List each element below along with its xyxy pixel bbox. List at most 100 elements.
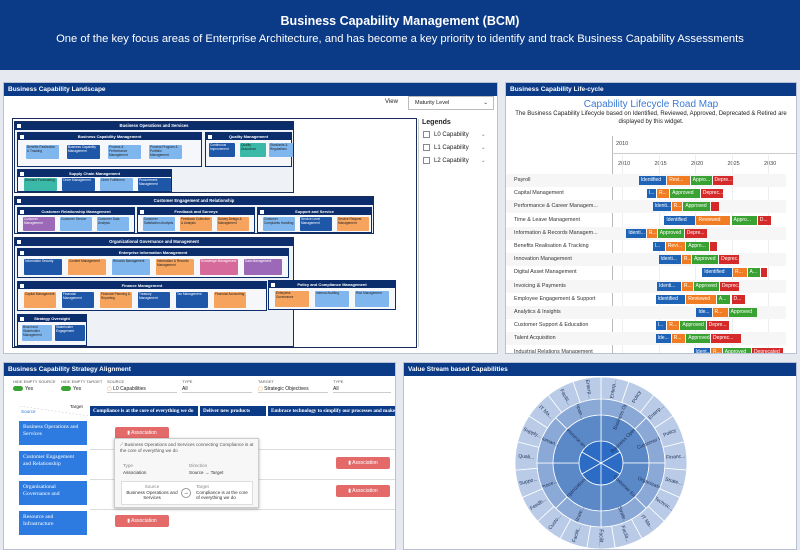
l2-capability[interactable]: Information & Records Management <box>156 259 194 275</box>
filter-hide-empty-source[interactable]: HIDE EMPTY SOURCE Yes <box>13 379 56 392</box>
l0-block[interactable]: Organizational Governance and Management… <box>14 237 294 347</box>
l2-capability[interactable]: Risk Management <box>355 291 389 307</box>
l2-capability[interactable]: Benefits Realization & Tracking <box>26 145 59 159</box>
l2-capability[interactable]: Order Management <box>62 178 95 191</box>
roadmap-bar[interactable]: R... <box>671 334 686 344</box>
checkbox[interactable] <box>423 157 430 164</box>
roadmap-bar[interactable]: D... <box>731 294 746 304</box>
roadmap-bar[interactable]: Appro... <box>686 242 709 251</box>
l1-group[interactable]: Support and Service Customer Complaints … <box>257 207 372 233</box>
roadmap-bar[interactable]: A... <box>716 294 731 304</box>
roadmap-bar[interactable]: Approved <box>680 321 706 331</box>
filter-source[interactable]: SOURCE ▢ L0 Capabilities <box>107 379 177 393</box>
roadmap-bar[interactable]: Identi... <box>626 228 646 238</box>
filter-hide-empty-target[interactable]: HIDE EMPTY TARGET Yes <box>61 379 102 392</box>
roadmap-bar[interactable]: Ident... <box>693 347 711 353</box>
l2-capability[interactable]: Board and Stakeholder Management <box>22 325 52 341</box>
l2-capability[interactable]: Customer Complaints Handling <box>263 217 295 231</box>
roadmap-bar[interactable]: R... <box>681 281 693 291</box>
roadmap-bar[interactable]: Approved <box>670 189 700 199</box>
l1-group[interactable]: Policy and Compliance Management Enterpr… <box>268 280 396 310</box>
roadmap-bar[interactable]: A... <box>747 268 760 278</box>
roadmap-bar[interactable]: Identi... <box>658 255 681 265</box>
l1-group[interactable]: Supply Chain Management Demand Forecasti… <box>17 169 172 192</box>
l2-capability[interactable]: Records Management <box>112 259 150 275</box>
roadmap-bar[interactable]: Depre... <box>684 228 708 238</box>
roadmap-bar[interactable] <box>709 242 718 251</box>
l0-block[interactable]: Business Operations and Services Busines… <box>14 121 294 193</box>
roadmap-bar[interactable]: Ide... <box>655 334 671 344</box>
l2-capability[interactable]: Data Management <box>244 259 282 275</box>
roadmap-bar[interactable]: R... <box>671 202 683 212</box>
roadmap-bar[interactable]: Deprec... <box>700 189 724 199</box>
roadmap-bar[interactable]: Approved <box>722 347 751 353</box>
l1-group[interactable]: Strategy Oversight Board and Stakeholder… <box>17 314 87 346</box>
roadmap-bar[interactable]: Ide... <box>696 308 712 317</box>
roadmap-bar[interactable]: Revi... <box>667 176 690 185</box>
roadmap-bar[interactable]: Identi... <box>657 281 681 291</box>
l2-capability[interactable]: Capital Management <box>24 292 56 308</box>
l2-capability[interactable]: Internal Auditing <box>315 291 349 307</box>
l2-capability[interactable]: Service Level Management <box>300 217 332 231</box>
source-row-header[interactable]: Customer Engagement and Relationship <box>19 451 87 475</box>
l2-capability[interactable]: Process Program & Portfolio Management <box>149 145 182 159</box>
l2-capability[interactable]: Enterprise Governance <box>275 291 309 307</box>
roadmap-bar[interactable]: Reviewed <box>686 294 716 304</box>
roadmap-bar[interactable]: Identified <box>638 176 667 185</box>
roadmap-bar[interactable]: R... <box>657 189 670 199</box>
roadmap-bar[interactable]: Depre... <box>712 176 734 185</box>
roadmap-bar[interactable]: I... <box>652 242 665 251</box>
l2-capability[interactable]: Order Fulfillment <box>100 178 133 191</box>
roadmap-bar[interactable]: Deprecated <box>751 347 784 353</box>
view-select[interactable]: Maturity Level ⌄ <box>408 96 494 110</box>
l2-capability[interactable]: Customer Data Analysis <box>97 217 129 231</box>
l2-capability[interactable]: Process & Performance Management <box>108 145 141 159</box>
roadmap-bar[interactable]: D... <box>757 215 772 225</box>
l2-capability[interactable]: Continuous Improvement <box>209 143 235 157</box>
roadmap-bar[interactable]: Approved <box>657 228 684 238</box>
roadmap-bar[interactable]: Reviewed <box>696 215 731 225</box>
l2-capability[interactable]: Treasury Management <box>138 292 170 308</box>
roadmap-bar[interactable]: I... <box>655 321 667 331</box>
l2-capability[interactable]: Demand Forecasting <box>24 178 57 191</box>
filter-type[interactable]: TYPE All <box>182 379 252 393</box>
target-column-header[interactable]: Deliver new products <box>200 406 266 416</box>
roadmap-bar[interactable]: Revi... <box>665 242 686 251</box>
l2-capability[interactable]: Feedback Collection & Analysis <box>180 217 212 231</box>
toggle-switch[interactable] <box>13 386 23 392</box>
l2-capability[interactable]: Customer Satisfaction Analysis <box>143 217 175 231</box>
legend-l0[interactable]: L0 Capability ⌄ <box>423 131 486 138</box>
association-chip[interactable]: ▮ Association <box>336 485 390 497</box>
source-row-header[interactable]: Business Operations and Services <box>19 421 87 445</box>
l2-capability[interactable]: Information Security <box>24 259 62 275</box>
roadmap-bar[interactable]: Depre... <box>706 321 730 331</box>
target-column-header[interactable]: Compliance is at the core of everything … <box>90 406 198 416</box>
l2-capability[interactable]: Financial Management <box>62 292 94 308</box>
roadmap-bar[interactable]: Deprec... <box>719 255 740 265</box>
roadmap-bar[interactable]: R... <box>712 308 728 317</box>
roadmap-bar[interactable]: Identified <box>702 268 732 278</box>
roadmap-bar[interactable]: Approved <box>693 281 719 291</box>
roadmap-bar[interactable]: I... <box>646 189 657 199</box>
l2-capability[interactable]: Customer Service <box>60 217 92 231</box>
roadmap-bar[interactable]: Approved <box>683 202 711 212</box>
toggle-switch[interactable] <box>61 386 71 392</box>
legend-l2[interactable]: L2 Capability ⌄ <box>423 157 486 164</box>
roadmap-bar[interactable]: R... <box>711 347 722 353</box>
l2-capability[interactable]: Knowledge Management <box>200 259 238 275</box>
l2-capability[interactable]: Tax Management <box>176 292 208 308</box>
roadmap-bar[interactable] <box>760 268 767 278</box>
roadmap-bar[interactable]: Identified <box>655 294 686 304</box>
target-column-header[interactable]: Embrace technology to simplify our proce… <box>268 406 395 416</box>
l1-group[interactable]: Business Capability Management Benefits … <box>17 132 202 167</box>
l2-capability[interactable]: Survey Design & Management <box>217 217 249 231</box>
roadmap-bar[interactable]: R... <box>646 228 657 238</box>
roadmap-bar[interactable]: R... <box>667 321 680 331</box>
l2-capability[interactable]: Quality Assurance <box>240 143 266 157</box>
l2-capability[interactable]: Service Request Management <box>337 217 369 231</box>
association-chip[interactable]: ▮ Association <box>336 457 390 469</box>
l1-group[interactable]: Enterprise Information Management Inform… <box>17 248 289 278</box>
l2-capability[interactable]: Standards & Regulations <box>269 143 293 157</box>
l0-block[interactable]: Customer Engagement and Relationship Cus… <box>14 196 374 234</box>
l2-capability[interactable]: Content Management <box>68 259 106 275</box>
